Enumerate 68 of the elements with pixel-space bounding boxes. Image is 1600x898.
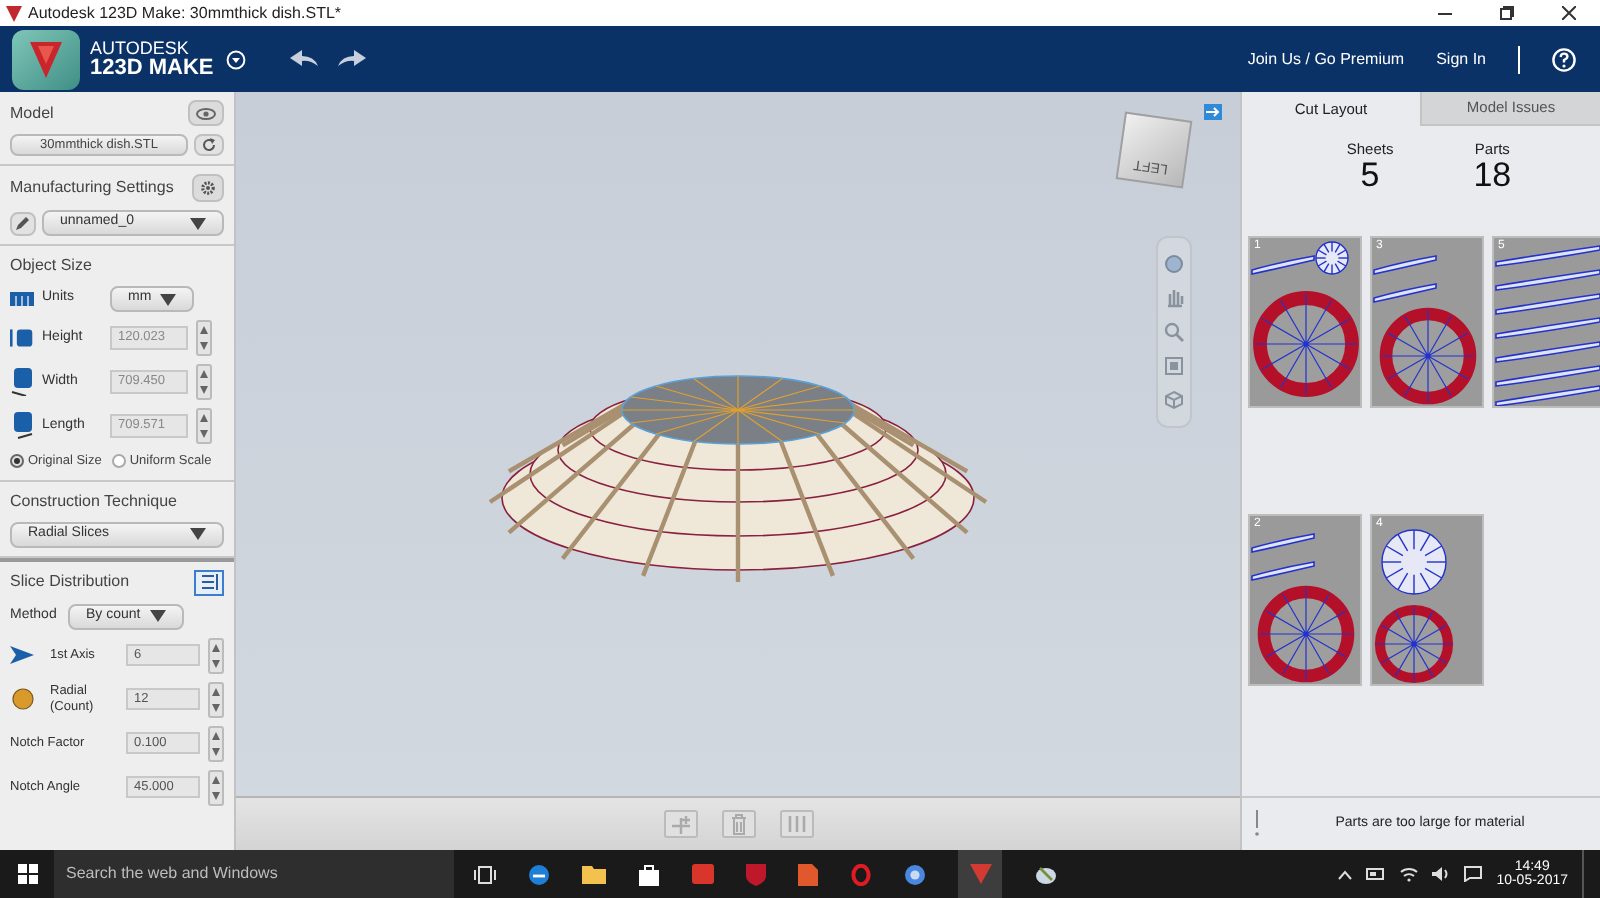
section-title: Object Size <box>10 254 94 278</box>
ruler-icon <box>10 292 34 306</box>
spinner-arrows-icon[interactable] <box>196 408 212 444</box>
eye-icon <box>196 107 216 119</box>
cylinder-height-icon <box>10 326 34 350</box>
header-link[interactable]: Join Us / Go Premium <box>1247 47 1405 71</box>
spinner-arrows-icon[interactable] <box>208 769 224 806</box>
windows-logo-icon[interactable] <box>18 864 38 884</box>
eye-button[interactable] <box>188 100 224 126</box>
dropdown-circle-icon[interactable] <box>225 49 246 69</box>
close-icon[interactable] <box>1562 6 1576 20</box>
store-bag-icon[interactable] <box>638 863 660 885</box>
exclamation-icon <box>1254 810 1260 838</box>
spinner-arrows-icon[interactable] <box>208 637 224 674</box>
header-link[interactable]: Sign In <box>1436 47 1486 71</box>
app-logo-icon <box>12 29 80 89</box>
radio-button[interactable] <box>111 454 126 469</box>
triangle-axis-icon <box>10 646 34 665</box>
radio-button[interactable] <box>10 454 24 469</box>
browser-icon[interactable] <box>528 863 550 885</box>
refresh-icon <box>202 138 216 152</box>
restore-icon[interactable] <box>1500 6 1514 20</box>
ring-icon[interactable] <box>850 863 872 885</box>
task-view-icon[interactable] <box>474 865 496 883</box>
cylinder-width-icon <box>10 368 34 396</box>
stat-value: 18 <box>1473 157 1512 191</box>
redo-icon[interactable] <box>337 50 366 68</box>
spinner-arrows-icon[interactable] <box>208 681 224 718</box>
folder-icon[interactable] <box>582 864 606 884</box>
help-icon[interactable] <box>1552 47 1576 71</box>
caret-icon <box>150 610 166 623</box>
arrow-right-icon[interactable] <box>1204 104 1222 120</box>
caret-icon <box>160 293 176 305</box>
undo-icon[interactable] <box>289 50 318 68</box>
app-logo-icon <box>969 864 991 884</box>
spinner-arrows-icon[interactable] <box>196 364 212 400</box>
caret-icon <box>190 528 206 541</box>
section-title: Manufacturing Settings <box>10 176 174 200</box>
section-title: Construction Technique <box>10 489 179 514</box>
message-icon[interactable] <box>1464 866 1483 882</box>
speaker-icon[interactable] <box>1432 866 1451 882</box>
spinner-arrows-icon[interactable] <box>196 320 212 356</box>
wifi-icon[interactable] <box>1400 866 1419 882</box>
stat-value: 5 <box>1360 157 1380 191</box>
caret-icon <box>190 217 206 229</box>
battery-icon[interactable] <box>1366 868 1387 880</box>
pencil-icon <box>16 216 30 230</box>
shield-icon[interactable] <box>746 863 766 885</box>
edit-button[interactable] <box>10 211 36 235</box>
section-title: Model <box>10 101 54 125</box>
spinner-arrows-icon[interactable] <box>208 725 224 762</box>
circle-app-icon[interactable] <box>904 863 926 885</box>
brand-name: AUTODESK <box>90 39 191 57</box>
list-icon <box>201 574 217 591</box>
refresh-button[interactable] <box>194 134 224 156</box>
active-app-tile[interactable] <box>958 850 1002 898</box>
product-name: 123D MAKE <box>90 57 214 79</box>
chevron-up-icon[interactable] <box>1338 869 1353 879</box>
cylinder-length-icon <box>10 412 34 440</box>
circle-radial-icon <box>11 688 33 711</box>
window-title: Autodesk 123D Make: 30mmthick dish.STL* <box>28 1 342 25</box>
app-logo-icon <box>6 5 22 21</box>
search-field[interactable]: Search the web and Windows <box>54 850 454 898</box>
settings-icon <box>200 180 216 196</box>
list-button[interactable] <box>194 569 224 596</box>
section-title: Slice Distribution <box>10 570 130 595</box>
document-icon[interactable] <box>798 863 818 885</box>
settings-button[interactable] <box>192 174 224 202</box>
